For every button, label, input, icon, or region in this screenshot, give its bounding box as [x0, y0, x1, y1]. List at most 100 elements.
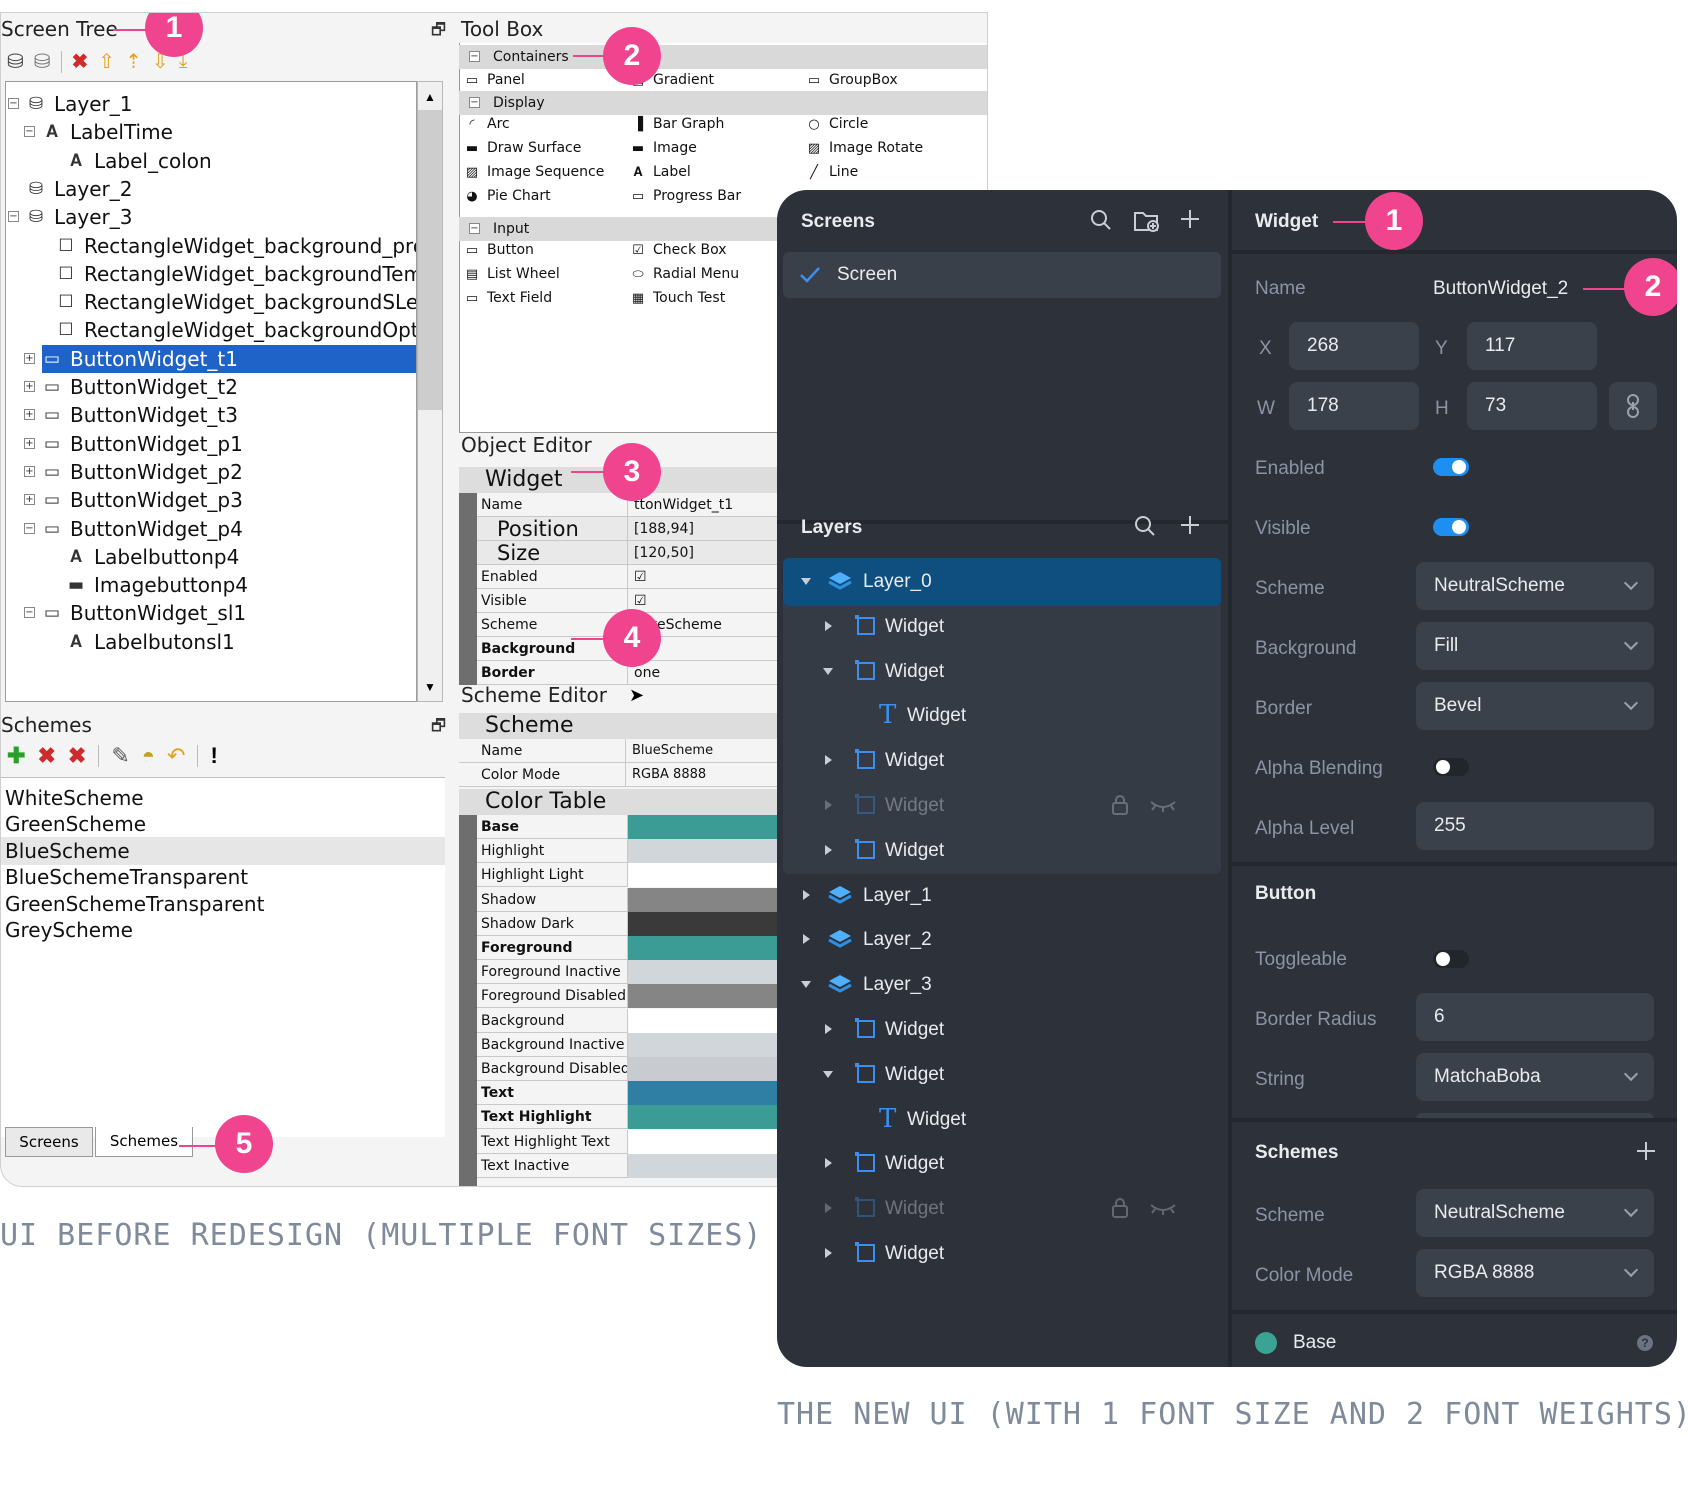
search-icon[interactable]	[1089, 208, 1113, 232]
add-icon[interactable]	[1179, 514, 1201, 536]
expand-caret-icon[interactable]	[825, 755, 832, 766]
widget-row[interactable]: Widget	[783, 827, 1221, 875]
toolbox-item[interactable]: ▭ Progress Bar	[629, 188, 741, 204]
tab-screens[interactable]: Screens	[5, 1127, 93, 1157]
tree-item[interactable]: ☐ RectangleWidget_backgroundOption	[56, 316, 416, 344]
color-row[interactable]: Highlight	[477, 839, 801, 864]
property-value[interactable]: ☑	[627, 565, 801, 589]
layer-row[interactable]: Layer_1	[783, 872, 1221, 920]
toggleable-toggle[interactable]	[1433, 950, 1469, 968]
toolbox-section-header[interactable]: Display	[459, 91, 987, 115]
tree-item[interactable]: ▭ ButtonWidget_p1	[42, 430, 243, 458]
delete-icon[interactable]: ✖	[37, 743, 55, 769]
tree-item[interactable]: ▭ ButtonWidget_t3	[42, 401, 238, 429]
add-icon[interactable]: ✚	[7, 743, 25, 769]
toolbox-item[interactable]: ○ Circle	[805, 116, 868, 132]
tree-item[interactable]: ▭ ButtonWidget_sl1	[42, 599, 246, 627]
color-swatch[interactable]	[627, 839, 801, 864]
warning-icon[interactable]: !	[210, 743, 217, 769]
tree-item[interactable]: ▭ ButtonWidget_p3	[42, 486, 243, 514]
expand-caret-icon[interactable]	[825, 620, 832, 631]
lock-ratio-button[interactable]	[1609, 382, 1657, 430]
tree-scrollbar[interactable]: ▲ ▼	[417, 81, 443, 702]
widget-row[interactable]: T Widget	[783, 692, 1221, 740]
collapse-icon[interactable]: −	[469, 97, 480, 108]
background-select[interactable]: Fill	[1416, 622, 1654, 670]
tree-item[interactable]: 𝐀 LabelTime	[42, 118, 173, 146]
expand-toggle-icon[interactable]: −	[8, 211, 19, 223]
tree-item[interactable]: ⛁ Layer_2	[26, 175, 133, 203]
toolbox-item[interactable]: ▭ Panel	[463, 72, 525, 88]
tree-item[interactable]: 𝐀 Labelbuttonp4	[66, 543, 239, 571]
color-row[interactable]: Text Highlight Text	[477, 1129, 801, 1154]
toolbox-item[interactable]: ▐ Bar Graph	[629, 116, 724, 132]
name-value[interactable]: ButtonWidget_2	[1433, 278, 1568, 300]
toolbox-item[interactable]: ▨ Image Sequence	[463, 164, 605, 180]
color-mode-select[interactable]: RGBA 8888	[1416, 1249, 1654, 1297]
color-swatch[interactable]	[627, 887, 801, 912]
delete-icon[interactable]: ✖	[72, 49, 89, 74]
color-row[interactable]: Background	[477, 1008, 801, 1033]
toolbox-item[interactable]: ▬ Draw Surface	[463, 140, 582, 156]
scheme-list-item[interactable]: BlueScheme	[1, 836, 445, 865]
toolbox-item[interactable]: 𝐀 Label	[629, 164, 690, 180]
lock-icon[interactable]	[1111, 794, 1129, 816]
scheme-list-item[interactable]: GreyScheme	[1, 916, 445, 944]
tree-item[interactable]: 𝐀 Label_colon	[66, 147, 212, 175]
color-swatch[interactable]	[627, 863, 801, 888]
alpha-blending-toggle[interactable]	[1433, 758, 1469, 776]
property-value[interactable]: ttonWidget_t1	[627, 493, 801, 517]
toolbox-item[interactable]: ╱ Line	[805, 164, 858, 180]
expand-caret-icon[interactable]	[825, 1024, 832, 1034]
toolbox-item[interactable]: ▨ Image Rotate	[805, 140, 923, 156]
gauge-icon[interactable]: ◓	[142, 743, 155, 769]
color-swatch[interactable]	[627, 1008, 801, 1033]
widget-row[interactable]: Widget	[783, 737, 1221, 785]
color-swatch[interactable]	[627, 1057, 801, 1081]
alpha-level-input[interactable]: 255	[1416, 802, 1654, 850]
border-radius-input[interactable]: 6	[1416, 993, 1654, 1041]
color-row[interactable]: Background Disabled	[477, 1057, 801, 1081]
toolbox-item[interactable]: ⬭ Radial Menu	[629, 266, 739, 282]
expand-toggle-icon[interactable]: −	[24, 607, 35, 619]
border-select[interactable]: Bevel	[1416, 682, 1654, 730]
delete-all-icon[interactable]: ✖	[68, 743, 86, 769]
property-value[interactable]: RGBA 8888	[625, 763, 799, 787]
base-color-swatch[interactable]	[1255, 1332, 1277, 1354]
property-value[interactable]: one	[627, 661, 801, 685]
undock-icon[interactable]: 🗗	[431, 715, 446, 742]
scheme-property-row[interactable]: Name BlueScheme	[459, 739, 799, 763]
tree-item[interactable]: ⛁ Layer_3	[26, 203, 133, 231]
undock-icon[interactable]: 🗗	[431, 19, 446, 46]
y-input[interactable]: 117	[1467, 322, 1597, 370]
color-swatch[interactable]	[627, 960, 801, 985]
scroll-thumb[interactable]	[418, 110, 442, 410]
layer-row[interactable]: Layer_3	[783, 961, 1221, 1009]
h-input[interactable]: 73	[1467, 382, 1597, 430]
collapse-caret-icon[interactable]	[823, 667, 833, 675]
color-row[interactable]: Foreground	[477, 936, 801, 960]
color-row[interactable]: Base	[477, 815, 801, 839]
property-value[interactable]: ☑	[627, 589, 801, 613]
expand-toggle-icon[interactable]: +	[24, 465, 35, 477]
tree-item[interactable]: ▭ ButtonWidget_p2	[42, 458, 243, 486]
eye-closed-icon[interactable]	[1149, 1201, 1177, 1217]
collapse-icon[interactable]: −	[469, 223, 480, 234]
widget-row[interactable]: Widget	[783, 603, 1221, 651]
screen-list-item[interactable]: Screen	[783, 252, 1221, 298]
toolbox-item[interactable]: ▭ GroupBox	[805, 72, 898, 88]
color-row[interactable]: Shadow	[477, 887, 801, 912]
eye-closed-icon[interactable]	[1149, 798, 1177, 814]
color-row[interactable]: Text Highlight	[477, 1105, 801, 1130]
move-top-icon[interactable]: ⇡	[125, 49, 142, 74]
scroll-down-icon[interactable]: ▼	[424, 680, 436, 694]
expand-toggle-icon[interactable]: +	[24, 409, 35, 421]
tree-item[interactable]: ▬ Imagebuttonp4	[66, 571, 248, 599]
color-row[interactable]: Text	[477, 1081, 801, 1106]
widget-row[interactable]: Widget	[783, 1185, 1221, 1233]
widget-row[interactable]: Widget	[783, 1140, 1221, 1188]
scheme-list-item[interactable]: GreenScheme	[1, 810, 445, 838]
scheme-list-item[interactable]: BlueSchemeTransparent	[1, 863, 445, 891]
toolbox-item[interactable]: ▦ Touch Test	[629, 290, 725, 306]
x-input[interactable]: 268	[1289, 322, 1419, 370]
